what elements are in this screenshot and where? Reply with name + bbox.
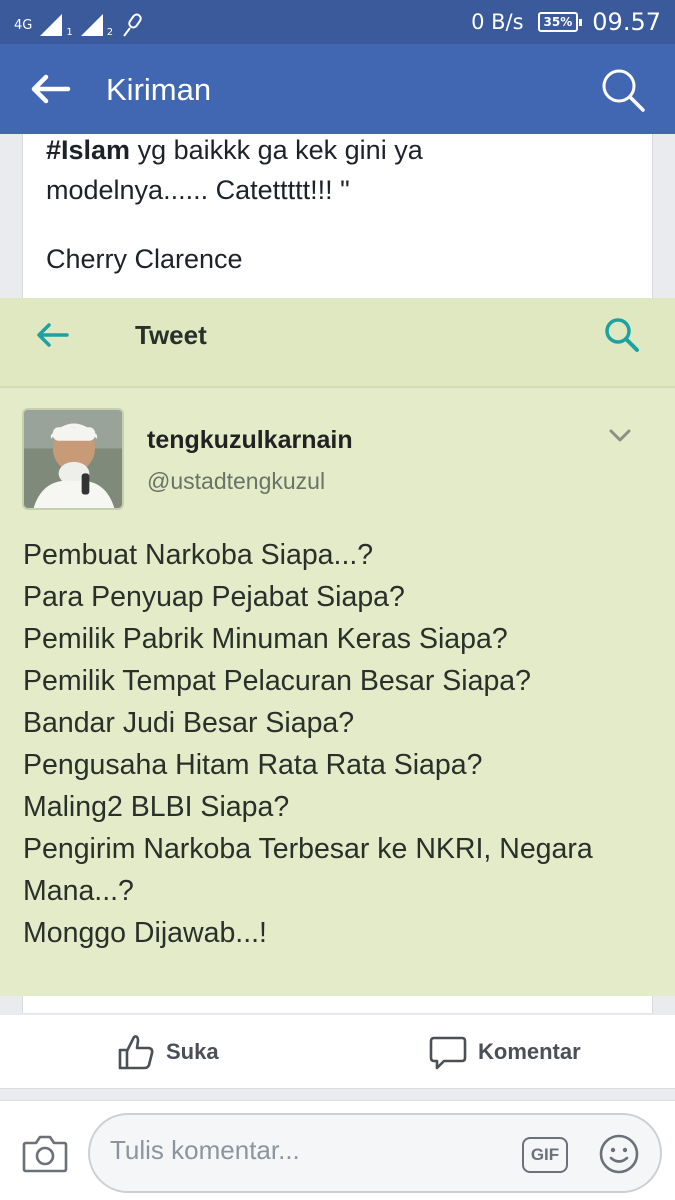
avatar	[22, 408, 124, 510]
post-text-line2: modelnya...... Catettttt!!! "	[46, 175, 350, 205]
post-card-footer	[22, 996, 653, 1014]
action-bar: Suka Komentar	[0, 1015, 675, 1089]
tweet-line: Maling2 BLBI Siapa?	[23, 791, 290, 823]
like-button[interactable]: Suka	[116, 1031, 219, 1073]
tweet-line: Monggo Dijawab...!	[23, 917, 267, 949]
tweet-line: Pemilik Pabrik Minuman Keras Siapa?	[23, 623, 508, 655]
sim2-label: 2	[106, 27, 114, 38]
gif-button[interactable]: GIF	[522, 1137, 568, 1173]
chevron-down-icon	[609, 429, 631, 442]
post-text-line1: yg baikkk ga kek gini ya	[130, 135, 423, 165]
post-card: #Islam yg baikkk ga kek gini ya modelnya…	[22, 134, 653, 300]
network-type: 4G	[14, 18, 33, 33]
thumbs-up-icon	[118, 1035, 154, 1070]
tweet-line: Para Penyuap Pejabat Siapa?	[23, 581, 405, 613]
comment-button[interactable]: Komentar	[428, 1031, 581, 1073]
tweet-line: Pengirim Narkoba Terbesar ke NKRI, Negar…	[23, 833, 593, 865]
tweet-header: Tweet	[0, 298, 675, 388]
comment-box: GIF	[88, 1113, 662, 1193]
post-text: #Islam yg baikkk ga kek gini ya modelnya…	[46, 130, 423, 210]
app-bar: Kiriman	[0, 44, 675, 134]
comment-input[interactable]	[110, 1135, 490, 1166]
tweet-header-title: Tweet	[135, 320, 207, 350]
clock: 09.57	[592, 8, 661, 36]
tweet-line: Pembuat Narkoba Siapa...?	[23, 539, 374, 571]
tweet-line: Pengusaha Hitam Rata Rata Siapa?	[23, 749, 483, 781]
status-right: 0 B/s 35% 09.57	[471, 6, 661, 38]
tweet-line: Pemilik Tempat Pelacuran Besar Siapa?	[23, 665, 531, 697]
microphone-icon	[123, 13, 142, 37]
tweet-line: Mana...?	[23, 875, 134, 907]
arrow-left-icon	[37, 323, 69, 347]
emoji-icon[interactable]	[598, 1133, 640, 1175]
tweet-author-handle: @ustadtengkuzul	[147, 468, 326, 494]
post-image[interactable]: Tweet tengkuzulkarnain @ustadtengkuzul P…	[0, 298, 675, 996]
tweet-body: Pembuat Narkoba Siapa...? Para Penyuap P…	[23, 534, 653, 954]
like-label: Suka	[166, 1039, 219, 1064]
tweet-line: Bandar Judi Besar Siapa?	[23, 707, 355, 739]
hashtag-link[interactable]: #Islam	[46, 135, 130, 165]
arrow-left-icon[interactable]	[28, 72, 72, 106]
camera-icon[interactable]	[22, 1133, 68, 1173]
post-author: Cherry Clarence	[46, 244, 243, 274]
search-icon[interactable]	[599, 66, 647, 114]
page-title: Kiriman	[106, 72, 212, 107]
sim1-label: 1	[66, 27, 73, 38]
data-rate: 0 B/s	[471, 10, 524, 34]
comment-composer: GIF	[0, 1100, 675, 1200]
comment-icon	[429, 1036, 467, 1070]
tweet-author-name: tengkuzulkarnain	[147, 426, 353, 454]
signal-icon	[80, 14, 103, 36]
comment-label: Komentar	[478, 1039, 581, 1064]
battery-icon: 35%	[537, 12, 582, 32]
status-bar: 4G 1 2 0 B/s 35% 09.57	[0, 0, 675, 44]
search-icon	[605, 318, 639, 352]
avatar-image	[24, 410, 122, 508]
status-left: 4G 1 2	[14, 6, 145, 38]
signal-icon	[40, 14, 63, 36]
